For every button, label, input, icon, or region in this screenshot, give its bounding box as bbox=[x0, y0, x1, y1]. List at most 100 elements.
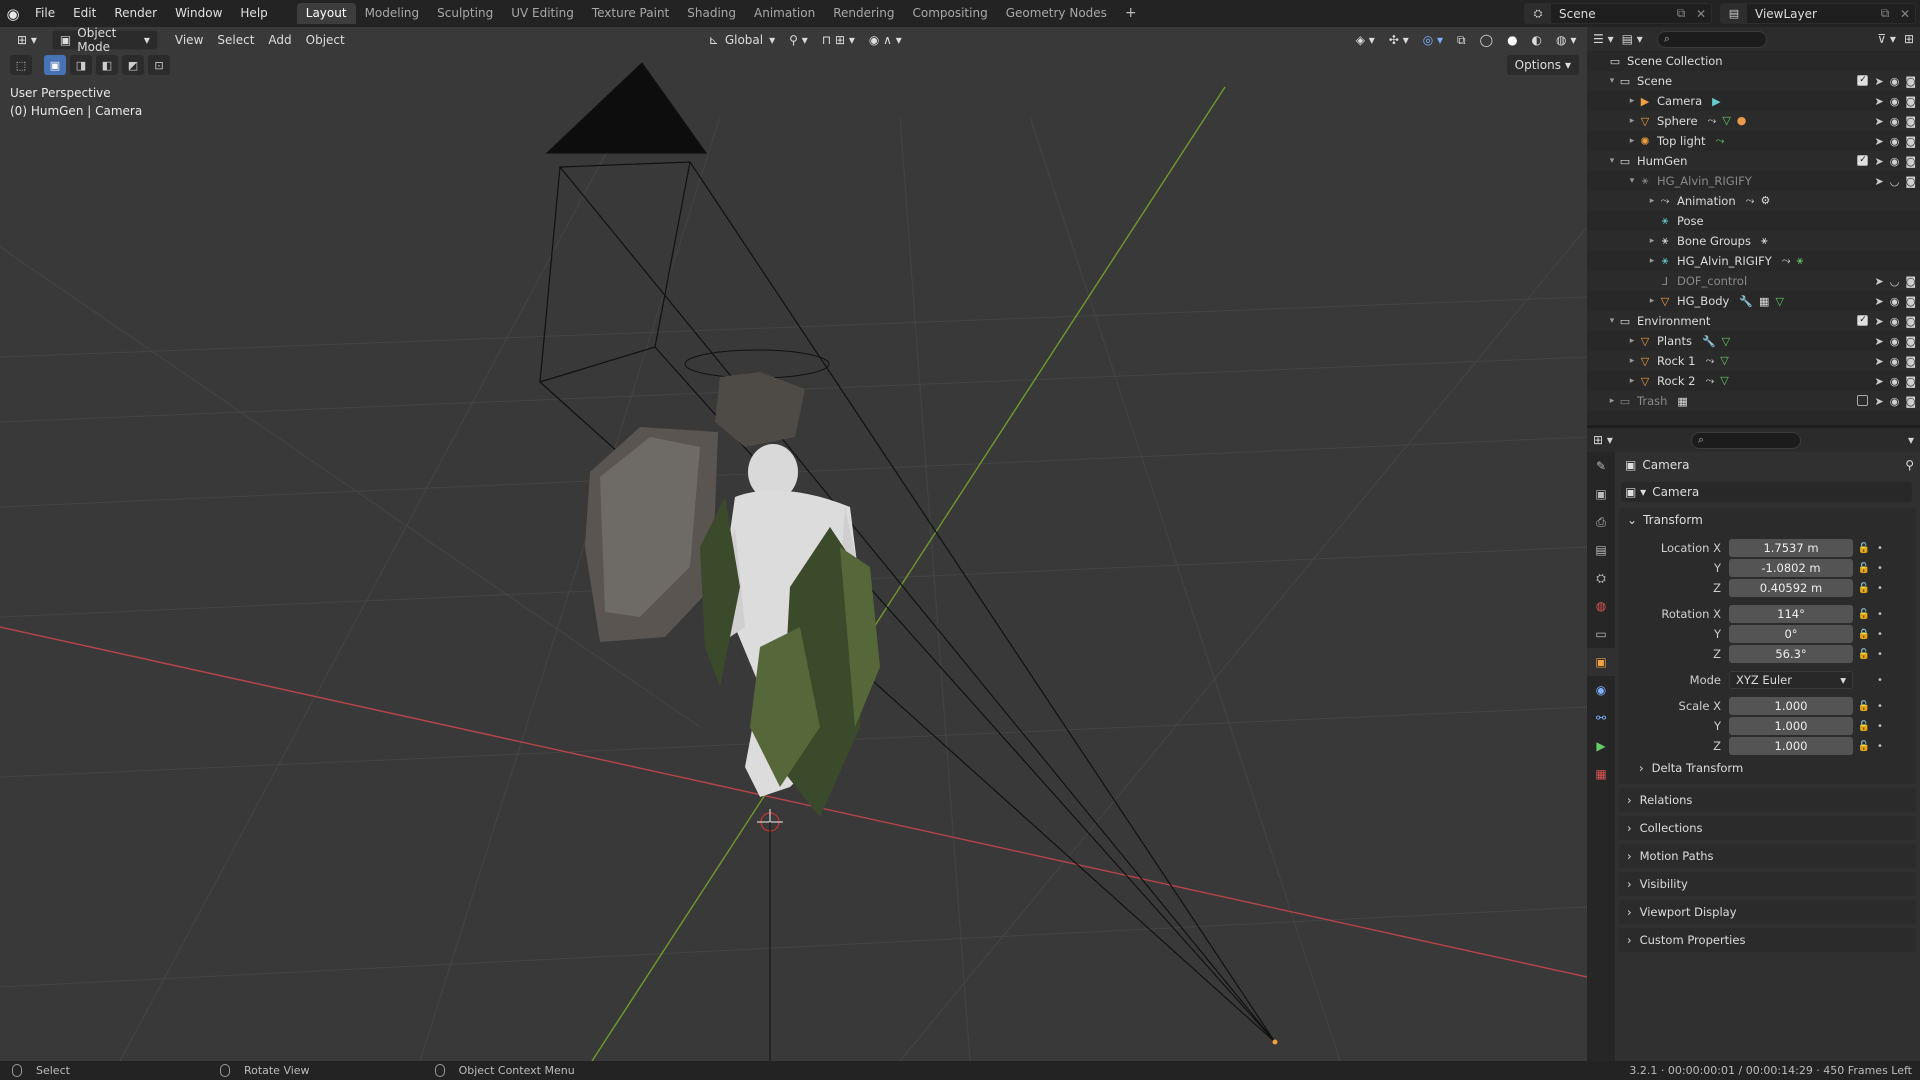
camera-data-icon[interactable]: ▶ bbox=[1712, 95, 1720, 108]
filter-icon[interactable]: ⊽ ▾ bbox=[1877, 32, 1896, 46]
modifier-icon[interactable]: ⤳ bbox=[1708, 114, 1717, 128]
mesh-data-icon[interactable]: ▽ bbox=[1722, 114, 1730, 128]
wrench-icon[interactable]: 🔧 bbox=[1702, 335, 1716, 348]
visibility-panel[interactable]: › Visibility bbox=[1619, 872, 1916, 896]
select-icon[interactable]: ➤ bbox=[1874, 295, 1883, 308]
expand-icon[interactable]: ▾ bbox=[1607, 76, 1617, 86]
eye-icon[interactable]: ◉ bbox=[1890, 395, 1900, 408]
dof-control-point[interactable] bbox=[1272, 1039, 1278, 1045]
outliner-row-animation[interactable]: ▸ ⤳ Animation ⤳ ⚙ bbox=[1587, 191, 1920, 211]
transform-panel-header[interactable]: ⌄ Transform bbox=[1619, 508, 1916, 532]
keyframe-icon[interactable]: • bbox=[1875, 649, 1885, 660]
select-icon[interactable]: ➤ bbox=[1874, 355, 1883, 368]
eye-icon[interactable]: ◉ bbox=[1890, 95, 1900, 108]
expand-icon[interactable]: ▾ bbox=[1627, 176, 1637, 186]
bone-icon[interactable]: ⚹ bbox=[1797, 254, 1804, 268]
menu-edit[interactable]: Edit bbox=[64, 0, 105, 27]
modifier-icon[interactable]: ⤳ bbox=[1705, 374, 1714, 388]
expand-icon[interactable]: ▸ bbox=[1647, 196, 1657, 206]
camera-render-icon[interactable]: ◙ bbox=[1905, 335, 1916, 348]
exclude-checkbox[interactable]: ✓ bbox=[1857, 154, 1869, 166]
properties-search-input[interactable]: ⌕ bbox=[1690, 431, 1801, 449]
select-mode-invert-icon[interactable]: ◩ bbox=[122, 55, 144, 75]
location-z-field[interactable]: 0.40592 m bbox=[1729, 579, 1853, 597]
menu-view[interactable]: View bbox=[168, 30, 210, 50]
scene-name[interactable]: Scene bbox=[1551, 7, 1671, 21]
lock-icon[interactable]: 🔓 bbox=[1853, 701, 1875, 712]
modifier-icon[interactable]: ⤳ bbox=[1705, 354, 1714, 368]
rotation-x-field[interactable]: 114° bbox=[1729, 605, 1853, 623]
tab-compositing[interactable]: Compositing bbox=[903, 3, 996, 24]
rotation-y-field[interactable]: 0° bbox=[1729, 625, 1853, 643]
camera-render-icon[interactable]: ◙ bbox=[1905, 115, 1916, 128]
outliner-row-hg-alvin-rigify[interactable]: ▾ ⚹ HG_Alvin_RIGIFY ➤ ◡ ◙ bbox=[1587, 171, 1920, 191]
location-y-field[interactable]: -1.0802 m bbox=[1729, 559, 1853, 577]
keyframe-icon[interactable]: • bbox=[1875, 583, 1885, 594]
expand-icon[interactable]: ▾ bbox=[1607, 156, 1617, 166]
tab-geometry-nodes[interactable]: Geometry Nodes bbox=[997, 3, 1116, 24]
tab-layout[interactable]: Layout bbox=[296, 3, 356, 24]
eye-hidden-icon[interactable]: ◡ bbox=[1890, 175, 1900, 188]
overlays-icon[interactable]: ◎ ▾ bbox=[1416, 30, 1450, 50]
visibility-icon[interactable]: ◈ ▾ bbox=[1349, 30, 1382, 50]
delta-transform-panel[interactable]: › Delta Transform bbox=[1619, 756, 1916, 780]
rotation-z-field[interactable]: 56.3° bbox=[1729, 645, 1853, 663]
select-mode-extend-icon[interactable]: ◨ bbox=[70, 55, 92, 75]
mode-dropdown[interactable]: ▣ Object Mode ▾ bbox=[51, 27, 158, 54]
keyframe-icon[interactable]: • bbox=[1875, 563, 1885, 574]
mesh-data-icon[interactable]: ▽ bbox=[1720, 374, 1728, 388]
menu-add[interactable]: Add bbox=[261, 30, 298, 50]
camera-render-icon[interactable]: ◙ bbox=[1905, 315, 1916, 328]
physics-tab-icon[interactable]: ◉ bbox=[1587, 676, 1615, 704]
camera-render-icon[interactable]: ◙ bbox=[1905, 355, 1916, 368]
select-icon[interactable]: ➤ bbox=[1874, 155, 1883, 168]
lock-icon[interactable]: 🔓 bbox=[1853, 583, 1875, 594]
expand-icon[interactable]: ▸ bbox=[1647, 296, 1657, 306]
3d-viewport[interactable]: ⊞ ▾ ▣ Object Mode ▾ View Select Add Obje… bbox=[0, 27, 1587, 1061]
pin-icon[interactable]: ⚲ bbox=[1905, 458, 1914, 472]
mesh-data-icon[interactable]: ▽ bbox=[1722, 335, 1730, 348]
outliner-row-scene[interactable]: ▾ ▭ Scene ✓ ➤ ◉ ◙ bbox=[1587, 71, 1920, 91]
eye-icon[interactable]: ◉ bbox=[1890, 295, 1900, 308]
camera-render-icon[interactable]: ◙ bbox=[1905, 295, 1916, 308]
select-mode-new-icon[interactable]: ▣ bbox=[44, 55, 66, 75]
add-workspace-icon[interactable]: + bbox=[1116, 3, 1146, 24]
properties-editor-icon[interactable]: ⊞ ▾ bbox=[1593, 433, 1613, 447]
tab-modeling[interactable]: Modeling bbox=[356, 3, 429, 24]
expand-icon[interactable]: ▸ bbox=[1627, 116, 1637, 126]
outliner-row-hg-body[interactable]: ▸ ▽ HG_Body 🔧 ▦ ▽ ➤ ◉ ◙ bbox=[1587, 291, 1920, 311]
select-icon[interactable]: ➤ bbox=[1874, 335, 1883, 348]
eye-icon[interactable]: ◉ bbox=[1890, 355, 1900, 368]
lock-icon[interactable]: 🔓 bbox=[1853, 721, 1875, 732]
lock-icon[interactable]: 🔓 bbox=[1853, 543, 1875, 554]
camera-data-tab-icon[interactable]: ▶ bbox=[1587, 732, 1615, 760]
scene-tab-icon[interactable]: ⛭ bbox=[1587, 564, 1615, 592]
outliner-row-humgen[interactable]: ▾ ▭ HumGen ✓ ➤ ◉ ◙ bbox=[1587, 151, 1920, 171]
scale-x-field[interactable]: 1.000 bbox=[1729, 697, 1853, 715]
tab-sculpting[interactable]: Sculpting bbox=[428, 3, 502, 24]
object-type-icon[interactable]: ▣ ▾ bbox=[1625, 485, 1646, 499]
blender-logo-icon[interactable]: ◉ bbox=[0, 0, 26, 27]
exclude-checkbox[interactable]: ✓ bbox=[1857, 314, 1869, 326]
modifier-icon[interactable]: ⤳ bbox=[1782, 254, 1791, 268]
view-layer-tab-icon[interactable]: ▤ bbox=[1587, 536, 1615, 564]
properties-editor[interactable]: ⊞ ▾ ⌕ ▾ ✎ ▣ ⎙ ▤ ⛭ ◍ ▭ ▣ ◉ ⚯ ▶ ▦ ▣ Camera… bbox=[1587, 428, 1920, 1061]
location-x-field[interactable]: 1.7537 m bbox=[1729, 539, 1853, 557]
group-icon[interactable]: ⚹ bbox=[1761, 234, 1768, 248]
select-mode-intersect-icon[interactable]: ⊡ bbox=[148, 55, 170, 75]
expand-icon[interactable]: ▸ bbox=[1627, 136, 1637, 146]
texture-tab-icon[interactable]: ▦ bbox=[1587, 760, 1615, 788]
properties-options-icon[interactable]: ▾ bbox=[1908, 433, 1914, 447]
lock-closed-icon[interactable]: 🔒 bbox=[1853, 629, 1875, 640]
outliner-editor-icon[interactable]: ☰ ▾ bbox=[1593, 32, 1614, 46]
expand-icon[interactable]: ▸ bbox=[1627, 376, 1637, 386]
gizmo-icon[interactable]: ✣ ▾ bbox=[1382, 30, 1416, 50]
eye-icon[interactable]: ◉ bbox=[1890, 75, 1900, 88]
eye-icon[interactable]: ◉ bbox=[1890, 375, 1900, 388]
outliner-row-hg-alvin-rigify-data[interactable]: ▸ ⚹ HG_Alvin_RIGIFY ⤳ ⚹ bbox=[1587, 251, 1920, 271]
select-icon[interactable]: ➤ bbox=[1874, 75, 1883, 88]
menu-help[interactable]: Help bbox=[231, 0, 276, 27]
outliner-search-input[interactable]: ⌕ bbox=[1656, 30, 1767, 48]
viewlayer-selector[interactable]: ▤ ViewLayer ⧉ ✕ bbox=[1720, 3, 1916, 24]
exclude-checkbox[interactable] bbox=[1857, 394, 1869, 406]
